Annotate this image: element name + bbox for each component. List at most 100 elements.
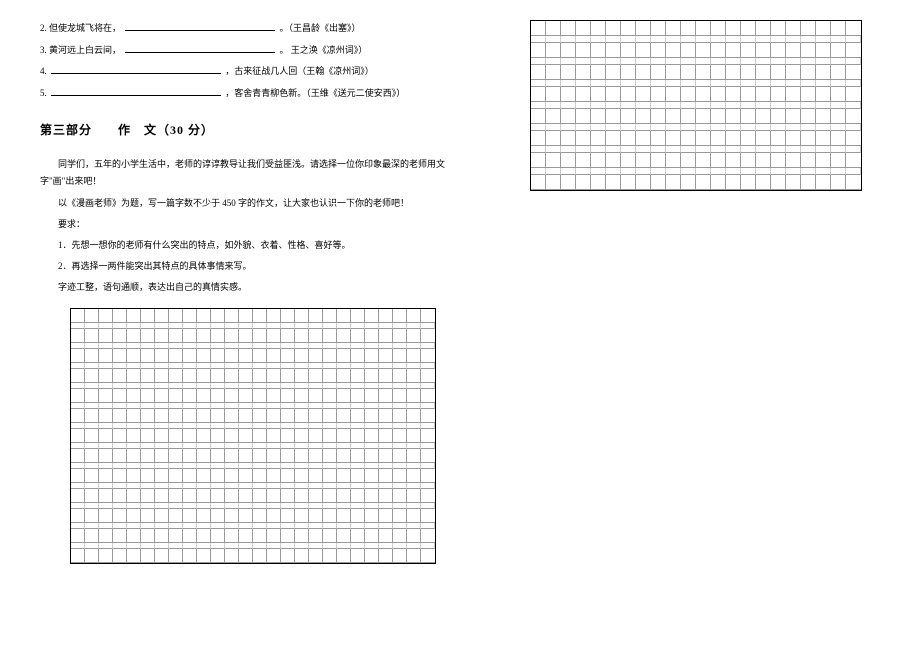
grid-cell[interactable] [337, 449, 351, 463]
grid-cell[interactable] [407, 409, 421, 423]
grid-cell[interactable] [71, 309, 85, 323]
grid-cell[interactable] [636, 65, 651, 80]
grid-cell[interactable] [831, 175, 846, 190]
grid-cell[interactable] [741, 153, 756, 168]
grid-cell[interactable] [756, 109, 771, 124]
grid-cell[interactable] [816, 153, 831, 168]
grid-cell[interactable] [379, 369, 393, 383]
grid-cell[interactable] [309, 429, 323, 443]
grid-cell[interactable] [71, 349, 85, 363]
grid-cell[interactable] [576, 175, 591, 190]
grid-cell[interactable] [141, 469, 155, 483]
grid-cell[interactable] [831, 21, 846, 36]
grid-cell[interactable] [183, 349, 197, 363]
grid-cell[interactable] [155, 489, 169, 503]
grid-cell[interactable] [127, 389, 141, 403]
grid-cell[interactable] [606, 109, 621, 124]
grid-cell[interactable] [666, 43, 681, 58]
grid-cell[interactable] [351, 389, 365, 403]
grid-cell[interactable] [71, 369, 85, 383]
grid-cell[interactable] [591, 131, 606, 146]
grid-cell[interactable] [127, 529, 141, 543]
grid-cell[interactable] [606, 65, 621, 80]
grid-cell[interactable] [786, 109, 801, 124]
grid-cell[interactable] [267, 509, 281, 523]
grid-cell[interactable] [351, 309, 365, 323]
grid-cell[interactable] [141, 489, 155, 503]
grid-cell[interactable] [801, 131, 816, 146]
grid-cell[interactable] [337, 469, 351, 483]
grid-cell[interactable] [113, 529, 127, 543]
grid-cell[interactable] [621, 43, 636, 58]
grid-cell[interactable] [169, 449, 183, 463]
grid-cell[interactable] [141, 409, 155, 423]
grid-cell[interactable] [726, 65, 741, 80]
grid-cell[interactable] [295, 329, 309, 343]
grid-cell[interactable] [337, 329, 351, 343]
grid-cell[interactable] [337, 349, 351, 363]
grid-cell[interactable] [379, 529, 393, 543]
grid-cell[interactable] [239, 309, 253, 323]
grid-cell[interactable] [281, 409, 295, 423]
grid-cell[interactable] [155, 349, 169, 363]
grid-cell[interactable] [309, 549, 323, 563]
grid-cell[interactable] [561, 109, 576, 124]
grid-cell[interactable] [267, 489, 281, 503]
grid-cell[interactable] [846, 43, 861, 58]
grid-cell[interactable] [183, 409, 197, 423]
grid-cell[interactable] [183, 469, 197, 483]
grid-cell[interactable] [651, 109, 666, 124]
grid-cell[interactable] [591, 109, 606, 124]
grid-cell[interactable] [831, 131, 846, 146]
grid-cell[interactable] [113, 469, 127, 483]
grid-cell[interactable] [816, 21, 831, 36]
grid-cell[interactable] [531, 21, 546, 36]
grid-cell[interactable] [741, 87, 756, 102]
grid-cell[interactable] [281, 309, 295, 323]
grid-cell[interactable] [393, 469, 407, 483]
grid-cell[interactable] [239, 429, 253, 443]
grid-cell[interactable] [816, 65, 831, 80]
grid-cell[interactable] [816, 131, 831, 146]
grid-cell[interactable] [365, 529, 379, 543]
grid-cell[interactable] [211, 329, 225, 343]
grid-cell[interactable] [281, 489, 295, 503]
grid-cell[interactable] [546, 21, 561, 36]
grid-cell[interactable] [239, 409, 253, 423]
grid-cell[interactable] [351, 369, 365, 383]
grid-cell[interactable] [741, 175, 756, 190]
grid-cell[interactable] [309, 529, 323, 543]
grid-cell[interactable] [591, 175, 606, 190]
grid-cell[interactable] [281, 469, 295, 483]
grid-cell[interactable] [756, 43, 771, 58]
grid-cell[interactable] [393, 549, 407, 563]
grid-cell[interactable] [309, 389, 323, 403]
grid-cell[interactable] [711, 131, 726, 146]
grid-cell[interactable] [351, 489, 365, 503]
grid-cell[interactable] [225, 529, 239, 543]
grid-cell[interactable] [295, 509, 309, 523]
grid-cell[interactable] [636, 131, 651, 146]
grid-cell[interactable] [309, 489, 323, 503]
grid-cell[interactable] [393, 489, 407, 503]
grid-cell[interactable] [169, 369, 183, 383]
grid-cell[interactable] [85, 329, 99, 343]
grid-cell[interactable] [323, 529, 337, 543]
grid-cell[interactable] [141, 369, 155, 383]
grid-cell[interactable] [155, 369, 169, 383]
grid-cell[interactable] [141, 429, 155, 443]
grid-cell[interactable] [225, 429, 239, 443]
grid-cell[interactable] [421, 509, 435, 523]
grid-cell[interactable] [711, 153, 726, 168]
grid-cell[interactable] [183, 389, 197, 403]
grid-cell[interactable] [546, 153, 561, 168]
grid-cell[interactable] [197, 329, 211, 343]
grid-cell[interactable] [323, 389, 337, 403]
grid-cell[interactable] [99, 429, 113, 443]
grid-cell[interactable] [113, 349, 127, 363]
grid-cell[interactable] [711, 43, 726, 58]
grid-cell[interactable] [211, 529, 225, 543]
grid-cell[interactable] [365, 389, 379, 403]
grid-cell[interactable] [141, 389, 155, 403]
grid-cell[interactable] [546, 65, 561, 80]
